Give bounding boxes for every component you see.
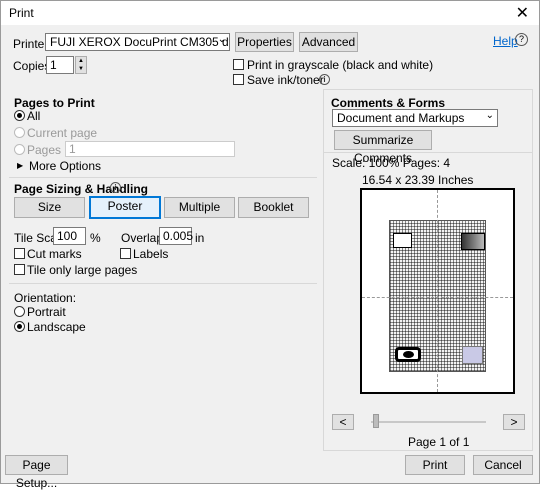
labels-checkbox[interactable] <box>120 248 131 259</box>
tile-scale-input[interactable]: 100 <box>53 227 86 245</box>
page-slider-thumb[interactable] <box>373 414 379 428</box>
chevron-down-icon: ⌄ <box>217 34 226 45</box>
orientation-heading: Orientation: <box>14 291 77 305</box>
save-ink-label: Save ink/toner <box>247 73 324 87</box>
cut-marks-label: Cut marks <box>27 247 82 261</box>
tile-large-label: Tile only large pages <box>27 263 138 277</box>
comments-select[interactable]: Document and Markups ⌄ <box>332 109 498 127</box>
preview-gradient-square <box>461 233 485 250</box>
spin-down-icon[interactable]: ▼ <box>76 65 86 73</box>
next-page-button[interactable]: > <box>503 414 525 430</box>
overlap-unit: in <box>195 231 205 245</box>
preview-ellipse-box <box>395 347 421 362</box>
print-dialog: Print ✕ Printer: FUJI XEROX DocuPrint CM… <box>0 0 540 490</box>
pages-all-label: All <box>27 109 41 123</box>
grayscale-checkbox[interactable] <box>233 59 244 70</box>
printer-select[interactable]: FUJI XEROX DocuPrint CM305 df ⌄ <box>45 33 230 51</box>
labels-label: Labels <box>133 247 169 261</box>
expand-icon[interactable]: ▶ <box>17 161 23 170</box>
page-setup-button[interactable]: Page Setup... <box>5 455 68 490</box>
comments-selected-value: Document and Markups <box>337 111 465 125</box>
landscape-label: Landscape <box>27 320 86 334</box>
printer-selected-value: FUJI XEROX DocuPrint CM305 df <box>50 35 230 49</box>
chevron-down-icon: ⌄ <box>485 110 494 121</box>
current-page-label: Current page <box>27 126 98 140</box>
window-title: Print <box>9 6 34 20</box>
sizing-info-icon[interactable]: i <box>110 182 121 193</box>
pages-range-input[interactable]: 1 <box>65 141 235 157</box>
pages-to-print-heading: Pages to Print <box>14 96 95 110</box>
landscape-radio[interactable] <box>14 321 25 332</box>
divider <box>9 283 317 284</box>
tab-booklet[interactable]: Booklet <box>238 197 309 218</box>
close-icon[interactable]: ✕ <box>516 3 529 23</box>
save-ink-checkbox[interactable] <box>233 74 244 85</box>
preview-ellipse <box>403 351 414 358</box>
page-size-text: 16.54 x 23.39 Inches <box>362 173 474 187</box>
copies-input[interactable]: 1 <box>46 56 74 74</box>
page-slider-track[interactable] <box>371 421 486 423</box>
pages-all-radio[interactable] <box>14 110 25 121</box>
preview-texture-square <box>462 346 483 364</box>
more-options-toggle[interactable]: More Options <box>29 159 101 173</box>
cancel-button[interactable]: Cancel <box>473 455 533 475</box>
tab-size[interactable]: Size <box>14 197 85 218</box>
page-sizing-heading: Page Sizing & Handling <box>14 182 149 196</box>
tile-large-checkbox[interactable] <box>14 264 25 275</box>
current-page-radio[interactable] <box>14 127 25 138</box>
title-bar: Print ✕ <box>1 1 539 25</box>
info-icon[interactable]: i <box>319 74 330 85</box>
divider <box>323 152 533 153</box>
tile-split-horizontal <box>362 297 513 298</box>
print-preview <box>360 188 515 394</box>
scale-pages-text: Scale: 100% Pages: 4 <box>332 156 451 170</box>
preview-white-square <box>393 233 412 248</box>
summarize-comments-button[interactable]: Summarize Comments <box>334 130 432 165</box>
properties-button[interactable]: Properties <box>235 32 294 52</box>
prev-page-button[interactable]: < <box>332 414 354 430</box>
comments-heading: Comments & Forms <box>331 96 446 110</box>
print-button[interactable]: Print <box>405 455 465 475</box>
overlap-input[interactable]: 0.005 <box>159 227 193 245</box>
tile-split-vertical <box>437 190 438 392</box>
help-link[interactable]: Help <box>493 34 518 48</box>
page-indicator: Page 1 of 1 <box>408 435 470 449</box>
divider <box>9 177 317 178</box>
spin-up-icon[interactable]: ▲ <box>76 57 86 65</box>
advanced-button[interactable]: Advanced <box>299 32 358 52</box>
tile-scale-unit: % <box>90 231 101 245</box>
grayscale-label: Print in grayscale (black and white) <box>247 58 434 72</box>
tab-multiple[interactable]: Multiple <box>164 197 235 218</box>
copies-stepper[interactable]: ▲ ▼ <box>75 56 87 74</box>
tab-poster[interactable]: Poster <box>89 196 161 219</box>
portrait-radio[interactable] <box>14 306 25 317</box>
pages-range-radio[interactable] <box>14 144 25 155</box>
help-icon[interactable]: ? <box>515 33 528 46</box>
portrait-label: Portrait <box>27 305 66 319</box>
cut-marks-checkbox[interactable] <box>14 248 25 259</box>
pages-range-label: Pages <box>27 143 62 157</box>
